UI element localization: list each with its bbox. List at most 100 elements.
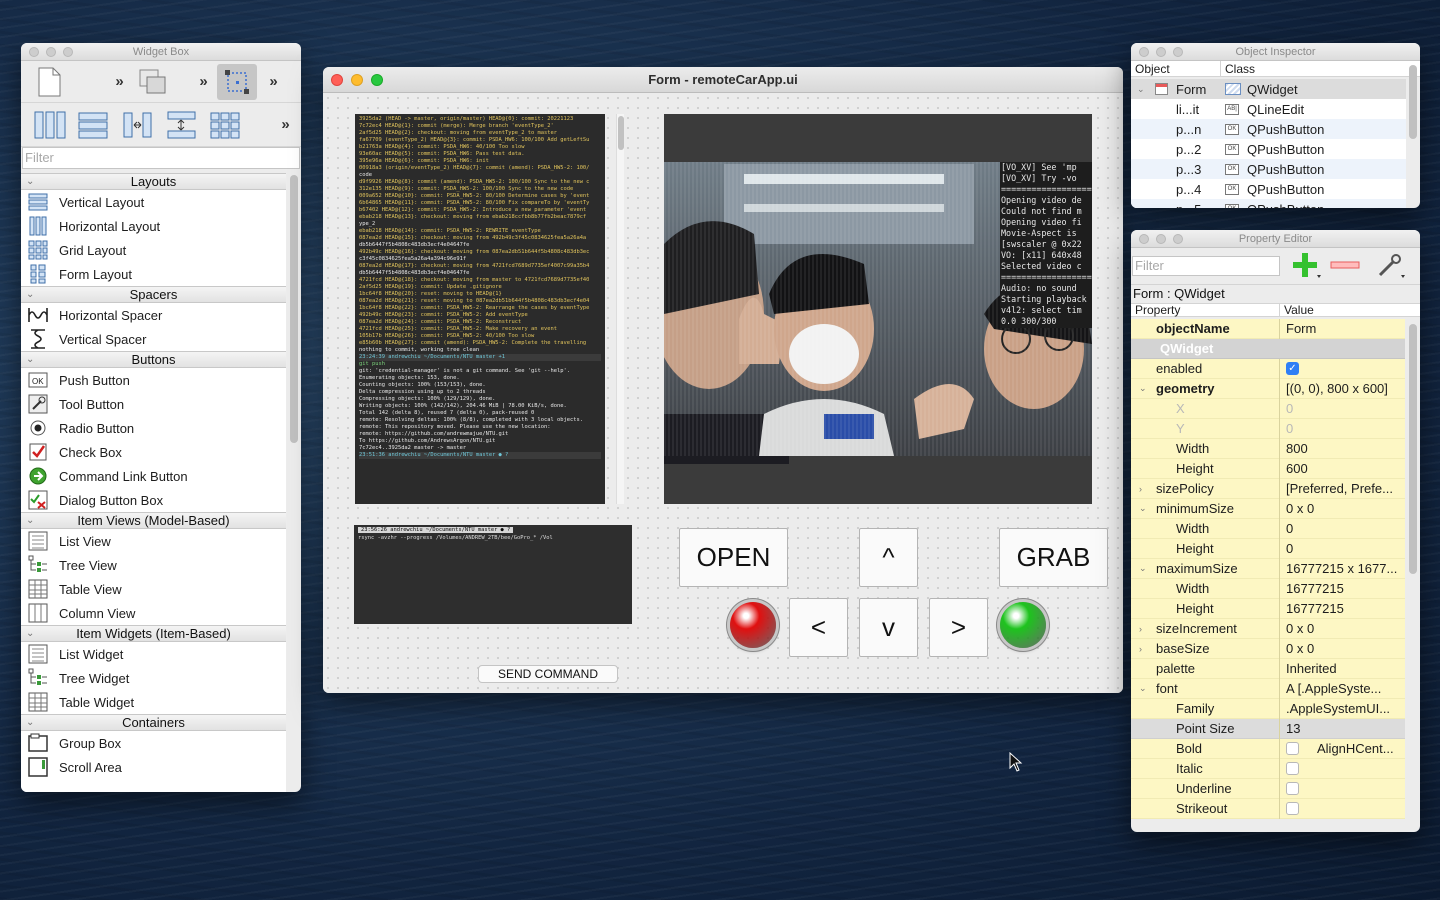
property-filter-input[interactable]: Filter <box>1132 256 1280 276</box>
open-button[interactable]: OPEN <box>679 528 788 587</box>
property-row[interactable]: ⌄ minimumSize 0 x 0 <box>1131 498 1405 519</box>
property-value-cell[interactable]: 0 <box>1280 401 1405 416</box>
widget-list-scrollbar[interactable] <box>290 175 298 443</box>
object-tree-row[interactable]: li...it AB| QLineEdit <box>1131 99 1406 119</box>
property-row[interactable]: › baseSize 0 x 0 <box>1131 638 1405 659</box>
send-command-button[interactable]: SEND COMMAND <box>478 665 618 683</box>
widget-item[interactable]: Table Widget <box>21 690 286 714</box>
new-form-button[interactable] <box>29 64 69 100</box>
zoom-button[interactable] <box>371 74 383 86</box>
column-header-object[interactable]: Object <box>1131 61 1221 76</box>
property-row[interactable]: ⌄ font A [.AppleSyste... <box>1131 678 1405 699</box>
property-value-cell[interactable]: .AppleSystemUI... <box>1280 701 1405 716</box>
property-value-cell[interactable]: 0 x 0 <box>1280 501 1405 516</box>
configure-icon[interactable] <box>1374 251 1408 281</box>
property-row[interactable]: Width 0 <box>1131 518 1405 539</box>
left-button[interactable]: < <box>789 598 848 657</box>
object-tree-row[interactable]: p...5 OK QPushButton <box>1131 199 1406 208</box>
column-header-class[interactable]: Class <box>1221 61 1255 76</box>
terminal-output-view[interactable]: 3925da2 (HEAD -> master, origin/master) … <box>355 114 605 504</box>
close-button[interactable] <box>1139 234 1149 244</box>
close-button[interactable] <box>1139 47 1149 57</box>
zoom-button[interactable] <box>63 47 73 57</box>
property-value-cell[interactable] <box>1280 782 1405 795</box>
property-value-cell[interactable]: AlignHCent... <box>1280 741 1405 756</box>
toolbar-overflow-icon[interactable]: » <box>191 73 213 90</box>
object-tree-scrollbar[interactable] <box>1409 65 1417 139</box>
property-row[interactable]: Underline <box>1131 778 1405 799</box>
up-button[interactable]: ^ <box>859 528 918 587</box>
category-header[interactable]: ⌄ Item Views (Model-Based) <box>21 512 286 529</box>
property-value-cell[interactable]: 0 <box>1280 521 1405 536</box>
property-value-cell[interactable]: 0 x 0 <box>1280 641 1405 656</box>
property-value-cell[interactable]: 13 <box>1280 721 1405 736</box>
widget-item[interactable]: Tool Button <box>21 392 286 416</box>
property-row[interactable]: ⌄ maximumSize 16777215 x 1677... <box>1131 558 1405 579</box>
category-header[interactable]: ⌄ Layouts <box>21 173 286 190</box>
property-value-cell[interactable]: 16777215 <box>1280 581 1405 596</box>
object-tree-row[interactable]: p...4 OK QPushButton <box>1131 179 1406 199</box>
category-header[interactable]: ⌄ Spacers <box>21 286 286 303</box>
property-row[interactable]: Strikeout <box>1131 798 1405 819</box>
property-row[interactable]: › sizeIncrement 0 x 0 <box>1131 618 1405 639</box>
property-value-cell[interactable]: 600 <box>1280 461 1405 476</box>
property-row[interactable]: Height 600 <box>1131 458 1405 479</box>
minimize-button[interactable] <box>1156 234 1166 244</box>
add-dynamic-property-icon[interactable] <box>1290 251 1324 281</box>
lay-out-horizontally-icon[interactable] <box>31 109 69 141</box>
column-header-value[interactable]: Value <box>1280 304 1314 316</box>
property-value-cell[interactable] <box>1280 762 1405 775</box>
chevron-right-icon[interactable]: › <box>1139 644 1142 654</box>
property-value-cell[interactable] <box>1280 802 1405 815</box>
toolbar-overflow-icon[interactable]: » <box>261 73 283 90</box>
horizontal-splitter-icon[interactable] <box>119 109 157 141</box>
property-row[interactable]: Height 16777215 <box>1131 598 1405 619</box>
category-header[interactable]: ⌄ Item Widgets (Item-Based) <box>21 625 286 642</box>
minimize-button[interactable] <box>1156 47 1166 57</box>
property-row[interactable]: Height 0 <box>1131 538 1405 559</box>
property-editor-titlebar[interactable]: Property Editor <box>1131 230 1420 248</box>
chevron-down-icon[interactable]: ⌄ <box>1139 683 1147 694</box>
widget-item[interactable]: Horizontal Spacer <box>21 303 286 327</box>
chevron-right-icon[interactable]: › <box>1139 624 1142 634</box>
category-header[interactable]: ⌄ Containers <box>21 714 286 731</box>
property-table-scrollbar[interactable] <box>1409 324 1417 574</box>
lay-out-in-grid-icon[interactable] <box>207 109 245 141</box>
chevron-right-icon[interactable]: › <box>1139 484 1142 494</box>
widget-item[interactable]: Check Box <box>21 440 286 464</box>
widget-box-titlebar[interactable]: Widget Box <box>21 43 301 61</box>
widget-item[interactable]: Tree View <box>21 553 286 577</box>
property-value-cell[interactable]: A [.AppleSyste... <box>1280 681 1405 696</box>
close-button[interactable] <box>331 74 343 86</box>
vertical-splitter-icon[interactable] <box>163 109 201 141</box>
property-row[interactable]: Italic <box>1131 758 1405 779</box>
object-inspector-titlebar[interactable]: Object Inspector <box>1131 43 1420 61</box>
property-row[interactable]: Family .AppleSystemUI... <box>1131 698 1405 719</box>
property-value-cell[interactable]: 0 x 0 <box>1280 621 1405 636</box>
remove-dynamic-property-icon[interactable] <box>1328 251 1362 281</box>
object-tree-row[interactable]: p...2 OK QPushButton <box>1131 139 1406 159</box>
property-row[interactable]: Y0 <box>1131 418 1405 439</box>
category-header[interactable]: ⌄ Buttons <box>21 351 286 368</box>
property-row[interactable]: › sizePolicy [Preferred, Prefe... <box>1131 478 1405 499</box>
checkbox[interactable] <box>1286 762 1299 775</box>
property-row[interactable]: palette Inherited <box>1131 658 1405 679</box>
property-value-cell[interactable]: [Preferred, Prefe... <box>1280 481 1405 496</box>
property-value-cell[interactable]: Form <box>1280 321 1405 336</box>
widget-item[interactable]: Group Box <box>21 731 286 755</box>
object-tree-row[interactable]: p...3 OK QPushButton <box>1131 159 1406 179</box>
property-row[interactable]: X0 <box>1131 398 1405 419</box>
widget-item[interactable]: Scroll Area <box>21 755 286 779</box>
lay-out-vertically-icon[interactable] <box>75 109 113 141</box>
widget-item[interactable]: Radio Button <box>21 416 286 440</box>
property-value-cell[interactable]: 0 <box>1280 421 1405 436</box>
widget-editing-button[interactable] <box>133 64 173 100</box>
widget-item[interactable]: Dialog Button Box <box>21 488 286 512</box>
checkbox[interactable] <box>1286 802 1299 815</box>
widget-item[interactable]: List View <box>21 529 286 553</box>
widget-item[interactable]: Vertical Spacer <box>21 327 286 351</box>
widget-filter-input[interactable]: Filter <box>22 147 300 169</box>
property-value-cell[interactable]: 0 <box>1280 541 1405 556</box>
widget-item[interactable]: Command Link Button <box>21 464 286 488</box>
property-value-cell[interactable]: ✓ <box>1280 362 1405 375</box>
